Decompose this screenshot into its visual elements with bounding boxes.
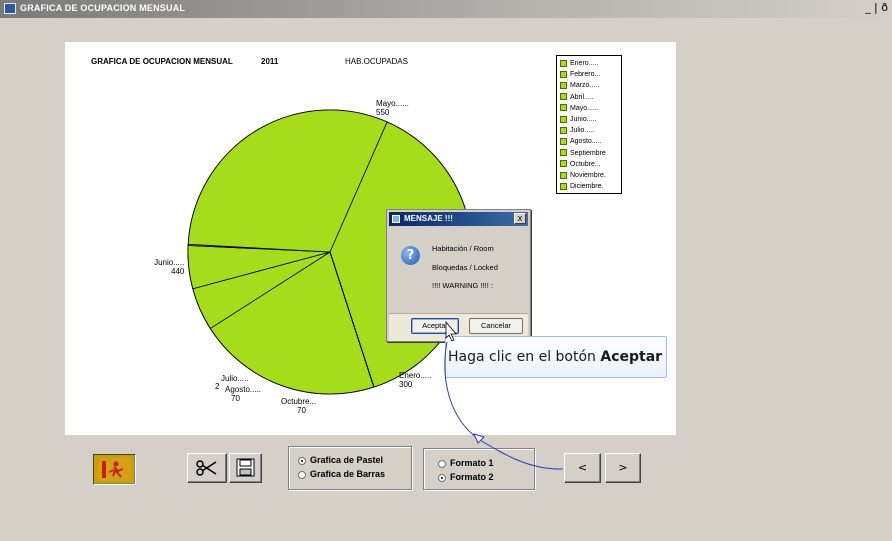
dialog-line-2: Bloquedas / Locked xyxy=(432,263,498,272)
legend-item: Agosto..... xyxy=(560,136,621,147)
legend-item: Julio..... xyxy=(560,125,621,136)
legend-label: Noviembre. xyxy=(570,172,606,180)
legend-item: Noviembre. xyxy=(560,170,621,181)
legend-swatch xyxy=(560,160,567,168)
dialog-app-icon xyxy=(392,215,400,223)
question-icon: ? xyxy=(401,246,420,265)
legend-item: Octubre... xyxy=(560,159,621,170)
legend-swatch xyxy=(560,115,567,123)
accept-button[interactable]: Aceptar xyxy=(411,318,459,334)
legend-item: Septiembre xyxy=(560,148,621,159)
legend-swatch xyxy=(560,82,567,90)
slice-label-junio: Junio..... 440 xyxy=(154,258,185,276)
dialog-title: MENSAJE !!! xyxy=(404,214,453,223)
radio-barras[interactable]: Grafica de Barras xyxy=(298,469,385,479)
legend-item: Diciembre. xyxy=(560,181,621,192)
tooltip-bold-text: Aceptar xyxy=(600,349,663,365)
radio-dot xyxy=(438,459,446,468)
prev-button[interactable]: < xyxy=(564,453,601,483)
legend-label: Enero..... xyxy=(570,60,599,67)
slice-label-julio-value: 2 xyxy=(215,382,220,391)
message-dialog: MENSAJE !!! x ? Habitación / Room Bloque… xyxy=(386,209,531,342)
exit-icon xyxy=(98,458,131,481)
legend-swatch xyxy=(560,59,567,67)
legend-item: Enero..... xyxy=(560,58,621,69)
legend-label: Febrero... xyxy=(570,71,601,79)
legend-label: Octubre... xyxy=(570,160,601,168)
slice-label-julio: Julio..... xyxy=(221,374,249,383)
cut-button[interactable] xyxy=(187,453,227,483)
legend-label: Septiembre xyxy=(570,149,606,157)
cancel-button[interactable]: Cancelar xyxy=(469,318,523,334)
dialog-close-button[interactable]: x xyxy=(514,213,526,224)
legend-swatch xyxy=(560,138,567,146)
legend-item: Mayo...... xyxy=(560,103,621,114)
slice-label-agosto: Agosto..... xyxy=(225,385,262,394)
dialog-titlebar: MENSAJE !!! x xyxy=(389,212,528,226)
instruction-tooltip: Haga clic en el botón Aceptar xyxy=(445,336,667,378)
radio-dot xyxy=(298,470,306,479)
exit-button[interactable] xyxy=(93,454,136,485)
legend-label: Mayo...... xyxy=(570,104,599,112)
connector-arrow-icon xyxy=(473,433,485,444)
legend-label: Abril..... xyxy=(570,93,594,101)
legend-swatch xyxy=(560,182,567,190)
slice-label-mayo: Mayo...... 550 xyxy=(376,99,409,117)
legend-item: Abril..... xyxy=(560,92,621,103)
window-controls[interactable]: _ | ð xyxy=(865,1,888,14)
save-button[interactable] xyxy=(229,453,262,483)
tooltip-text: Haga clic en el botón xyxy=(448,349,596,365)
scissors-icon xyxy=(196,460,217,476)
app-icon xyxy=(4,3,16,14)
legend-label: Julio..... xyxy=(570,127,595,135)
floppy-disk-icon xyxy=(236,458,255,477)
legend-item: Febrero... xyxy=(560,69,621,80)
legend-swatch xyxy=(560,171,567,179)
next-button[interactable]: > xyxy=(605,453,641,483)
window-titlebar: GRAFICA DE OCUPACION MENSUAL _ | ð xyxy=(0,0,892,18)
radio-formato-2[interactable]: Formato 2 xyxy=(438,472,494,482)
slice-label-enero: Enero..... 300 xyxy=(399,371,432,389)
slice-label-octubre: Octubre... 70 xyxy=(281,397,317,415)
radio-pastel[interactable]: Grafica de Pastel xyxy=(298,455,383,465)
legend-swatch xyxy=(560,104,567,112)
legend-swatch xyxy=(560,126,567,134)
legend-swatch xyxy=(560,93,567,101)
legend-label: Agosto..... xyxy=(570,138,602,146)
chart-legend: Enero..... Febrero... Marzo..... Abril.....… xyxy=(556,55,622,194)
legend-swatch xyxy=(560,70,567,78)
legend-item: Junio..... xyxy=(560,114,621,125)
legend-swatch xyxy=(560,149,567,157)
radio-dot-selected xyxy=(298,456,306,465)
chart-type-group: Grafica de Pastel Grafica de Barras xyxy=(288,446,412,490)
legend-label: Junio..... xyxy=(570,116,597,124)
window-title: GRAFICA DE OCUPACION MENSUAL xyxy=(20,3,186,13)
radio-formato-1[interactable]: Formato 1 xyxy=(438,458,494,468)
radio-dot-selected xyxy=(438,473,446,482)
dialog-line-3: !!!! WARNING !!!! : xyxy=(432,281,493,290)
dialog-line-1: Habitación / Room xyxy=(432,244,494,253)
format-group: Formato 1 Formato 2 xyxy=(423,448,535,490)
legend-label: Marzo..... xyxy=(570,82,600,90)
slice-label-agosto-value: 70 xyxy=(231,394,240,403)
legend-item: Marzo..... xyxy=(560,80,621,91)
legend-label: Diciembre. xyxy=(570,183,604,191)
